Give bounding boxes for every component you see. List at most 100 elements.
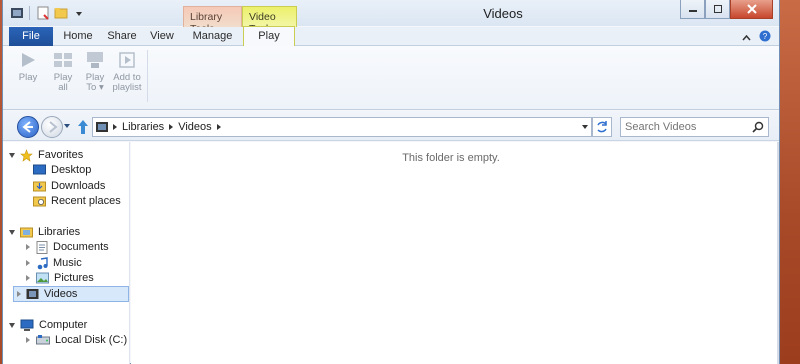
- nav-pictures-label: Pictures: [54, 272, 94, 284]
- computer-icon: [20, 319, 34, 331]
- recent-places-icon: [33, 196, 46, 207]
- nav-downloads-label: Downloads: [51, 180, 106, 192]
- nav-libraries-label: Libraries: [38, 226, 81, 238]
- window-right-border: [777, 142, 779, 364]
- collapse-ribbon-icon[interactable]: [742, 32, 751, 44]
- forward-arrow-icon: [49, 121, 58, 133]
- new-folder-icon[interactable]: [53, 5, 68, 20]
- up-arrow-icon: [78, 120, 88, 134]
- ribbon-tabs: File Home Share View Manage Play ?: [3, 26, 779, 47]
- breadcrumb-separator-icon[interactable]: [216, 124, 221, 130]
- quick-access-toolbar: [9, 5, 86, 20]
- expanded-chevron-icon[interactable]: [9, 322, 15, 328]
- window-controls: [680, 0, 773, 19]
- expanded-chevron-icon[interactable]: [9, 152, 15, 158]
- title-bar: Library Tools Video Tools Videos: [3, 0, 779, 35]
- nav-computer[interactable]: Computer: [9, 317, 87, 333]
- window-menu-icon[interactable]: [9, 5, 24, 20]
- desktop-background: [780, 0, 800, 364]
- play-to-button[interactable]: Play To ▾: [81, 49, 109, 93]
- qat-divider: [29, 5, 30, 20]
- nav-documents-label: Documents: [53, 241, 109, 253]
- local-disk-icon: [36, 335, 50, 345]
- close-icon: [746, 4, 757, 14]
- empty-folder-message: This folder is empty.: [402, 152, 500, 164]
- breadcrumb: Libraries Videos: [113, 121, 221, 133]
- tab-view[interactable]: View: [143, 27, 181, 46]
- expanded-chevron-icon[interactable]: [9, 229, 15, 235]
- play-all-button[interactable]: Play all: [47, 49, 79, 93]
- collapsed-chevron-icon[interactable]: [26, 244, 30, 250]
- nav-recent-places[interactable]: Recent places: [33, 193, 121, 209]
- recent-locations-dropdown[interactable]: [64, 124, 70, 128]
- address-history-dropdown[interactable]: [582, 125, 588, 129]
- nav-music[interactable]: Music: [25, 255, 82, 271]
- forward-button[interactable]: [41, 116, 63, 138]
- nav-local-disk-label: Local Disk (C:): [55, 334, 128, 346]
- back-arrow-icon: [22, 121, 33, 133]
- nav-desktop[interactable]: Desktop: [33, 162, 91, 178]
- search-input[interactable]: [625, 120, 749, 134]
- search-box[interactable]: [620, 117, 769, 137]
- breadcrumb-separator-icon[interactable]: [169, 124, 174, 130]
- nav-favorites-label: Favorites: [38, 149, 84, 161]
- play-icon: [22, 53, 35, 67]
- collapsed-chevron-icon[interactable]: [26, 275, 30, 281]
- documents-icon: [36, 240, 48, 254]
- breadcrumb-separator-icon[interactable]: [113, 124, 117, 130]
- address-row: Libraries Videos: [3, 111, 779, 141]
- file-list-area[interactable]: This folder is empty.: [131, 142, 779, 364]
- tab-share[interactable]: Share: [101, 27, 143, 46]
- tab-manage[interactable]: Manage: [183, 27, 242, 46]
- close-button[interactable]: [730, 0, 773, 19]
- play-to-icon: [87, 52, 103, 68]
- libraries-icon: [20, 227, 33, 238]
- nav-downloads[interactable]: Downloads: [33, 178, 105, 194]
- tab-play[interactable]: Play: [243, 26, 295, 47]
- nav-videos[interactable]: Videos: [13, 286, 129, 302]
- minimize-button[interactable]: [680, 0, 705, 19]
- collapsed-chevron-icon[interactable]: [26, 260, 30, 266]
- videos-library-icon: [96, 122, 108, 132]
- nav-desktop-label: Desktop: [51, 164, 92, 176]
- back-button[interactable]: [17, 116, 39, 138]
- refresh-button[interactable]: [592, 117, 612, 137]
- nav-documents[interactable]: Documents: [25, 239, 109, 255]
- ribbon-play: Play Play all Play To ▾ Add to playlist: [3, 46, 779, 110]
- customize-qat-icon[interactable]: [71, 5, 86, 20]
- restore-icon: [713, 5, 722, 13]
- library-tools-context-tab: Library Tools: [183, 6, 242, 35]
- downloads-icon: [33, 181, 46, 192]
- add-to-playlist-button[interactable]: Add to playlist: [111, 49, 143, 93]
- breadcrumb-libraries[interactable]: Libraries: [122, 121, 164, 133]
- help-icon[interactable]: ?: [759, 30, 771, 45]
- play-button[interactable]: Play: [13, 49, 43, 83]
- breadcrumb-videos[interactable]: Videos: [178, 121, 211, 133]
- collapsed-chevron-icon[interactable]: [26, 337, 30, 343]
- add-to-playlist-icon: [119, 52, 135, 68]
- desktop-icon: [33, 164, 46, 175]
- video-tools-context-tab: Video Tools: [242, 6, 297, 35]
- tab-home[interactable]: Home: [55, 27, 101, 46]
- refresh-icon: [597, 121, 607, 133]
- collapsed-chevron-icon[interactable]: [17, 291, 21, 297]
- add-to-playlist-label-2: playlist: [112, 82, 142, 93]
- maximize-button[interactable]: [705, 0, 730, 19]
- favorites-star-icon: [20, 148, 33, 162]
- navigation-pane: Favorites Desktop Downloads Recent place…: [3, 142, 130, 364]
- play-all-label-2: all: [58, 82, 68, 93]
- nav-pictures[interactable]: Pictures: [25, 270, 94, 286]
- nav-local-disk[interactable]: Local Disk (C:): [25, 332, 127, 348]
- ribbon-options: ?: [742, 30, 771, 45]
- address-bar[interactable]: Libraries Videos: [92, 117, 592, 137]
- nav-libraries[interactable]: Libraries: [9, 224, 80, 240]
- up-button[interactable]: [76, 118, 90, 136]
- window-title: Videos: [483, 6, 523, 21]
- nav-computer-label: Computer: [39, 319, 88, 331]
- properties-icon[interactable]: [35, 5, 50, 20]
- nav-favorites[interactable]: Favorites: [9, 147, 83, 163]
- nav-recent-places-label: Recent places: [51, 195, 121, 207]
- search-icon[interactable]: [752, 121, 764, 136]
- tab-file[interactable]: File: [9, 27, 53, 46]
- music-icon: [37, 256, 48, 269]
